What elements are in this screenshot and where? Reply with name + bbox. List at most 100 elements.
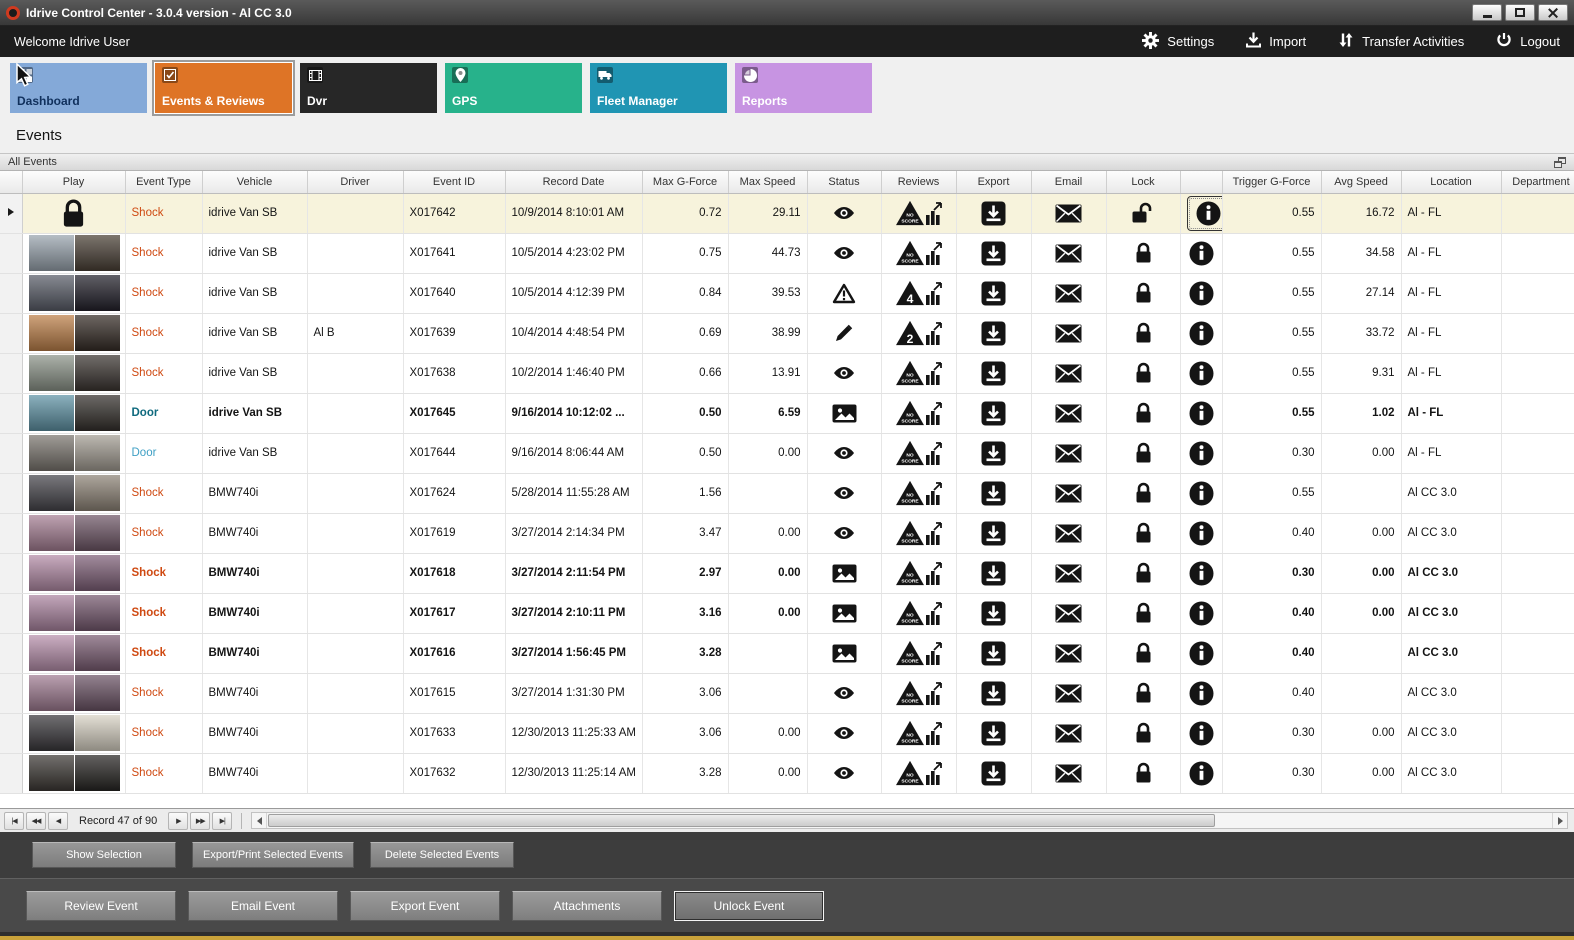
tab-fleet-manager[interactable]: Fleet Manager [590,63,727,113]
column-header-reviews[interactable]: Reviews [881,171,957,194]
column-header-max_g[interactable]: Max G-Force [642,171,729,194]
event-thumbnail[interactable] [28,435,120,471]
settings-button[interactable]: Settings [1142,31,1214,52]
info-icon[interactable] [1189,281,1214,306]
event-thumbnail[interactable] [28,595,120,631]
export-print-selected-button[interactable]: Export/Print Selected Events [192,842,355,868]
info-icon[interactable] [1189,441,1214,466]
export-icon[interactable] [981,441,1006,466]
event-thumbnail[interactable] [28,675,120,711]
table-row[interactable]: Shock BMW740i X017624 5/28/2014 11:55:28 AM… [0,473,1574,514]
logout-button[interactable]: Logout [1496,32,1560,51]
email-icon[interactable] [1055,324,1082,343]
review-score-icon[interactable]: NO SCORE [895,400,942,426]
prev-record-button[interactable]: ◀ [48,811,68,830]
scroll-right-arrow[interactable] [1552,813,1567,828]
info-icon[interactable] [1189,721,1214,746]
event-thumbnail[interactable] [28,475,120,511]
review-score-icon[interactable]: 4 [895,280,942,306]
event-thumbnail[interactable] [28,715,120,751]
info-icon[interactable] [1189,761,1214,786]
column-header-department[interactable]: Department [1501,171,1574,194]
review-score-icon[interactable]: NO SCORE [895,440,942,466]
event-thumbnail[interactable] [28,515,120,551]
info-icon[interactable] [1189,361,1214,386]
email-icon[interactable] [1055,284,1082,303]
column-header-email[interactable]: Email [1031,171,1107,194]
table-row[interactable]: Shock idrive Van SB X017642 10/9/2014 8:10:… [0,193,1574,234]
info-icon[interactable] [1196,201,1221,226]
column-header-record_date[interactable]: Record Date [505,171,643,194]
export-icon[interactable] [981,401,1006,426]
tab-reports[interactable]: Reports [735,63,872,113]
review-score-icon[interactable]: 2 [895,320,942,346]
export-icon[interactable] [981,281,1006,306]
review-score-icon[interactable]: NO SCORE [895,360,942,386]
horizontal-scrollbar[interactable] [251,812,1568,829]
export-icon[interactable] [981,201,1006,226]
column-header-event_id[interactable]: Event ID [403,171,506,194]
email-icon[interactable] [1055,564,1082,583]
column-header-indicator[interactable] [0,171,23,194]
export-icon[interactable] [981,241,1006,266]
event-thumbnail[interactable] [28,755,120,791]
lock-icon[interactable] [1134,521,1153,545]
import-button[interactable]: Import [1246,32,1306,51]
export-icon[interactable] [981,681,1006,706]
delete-selected-button[interactable]: Delete Selected Events [370,842,515,868]
event-thumbnail[interactable] [28,395,120,431]
info-icon[interactable] [1189,641,1214,666]
info-icon[interactable] [1189,321,1214,346]
column-header-lock[interactable]: Lock [1106,171,1181,194]
review-score-icon[interactable]: NO SCORE [895,680,942,706]
email-icon[interactable] [1055,404,1082,423]
review-score-icon[interactable]: NO SCORE [895,720,942,746]
lock-icon[interactable] [1134,361,1153,385]
horizontal-scrollbar-thumb[interactable] [268,814,1215,827]
lock-icon[interactable] [1134,401,1153,425]
export-icon[interactable] [981,561,1006,586]
column-header-trigger_g[interactable]: Trigger G-Force [1222,171,1322,194]
review-score-icon[interactable]: NO SCORE [895,600,942,626]
column-header-export[interactable]: Export [956,171,1032,194]
column-header-status[interactable]: Status [807,171,882,194]
info-icon[interactable] [1189,561,1214,586]
unlock-event-button[interactable]: Unlock Event [674,890,824,921]
info-icon[interactable] [1189,481,1214,506]
event-thumbnail[interactable] [28,355,120,391]
info-icon[interactable] [1189,521,1214,546]
event-thumbnail[interactable] [28,235,120,271]
table-row[interactable]: Shock BMW740i X017618 3/27/2014 2:11:54 PM 2… [0,553,1574,594]
last-record-button[interactable]: ▶| [212,811,233,830]
review-score-icon[interactable]: NO SCORE [895,480,942,506]
info-icon[interactable] [1189,241,1214,266]
table-row[interactable]: Shock idrive Van SB X017638 10/2/2014 1:46:… [0,353,1574,394]
review-score-icon[interactable]: NO SCORE [895,640,942,666]
column-header-location[interactable]: Location [1401,171,1502,194]
review-score-icon[interactable]: NO SCORE [895,240,942,266]
first-record-button[interactable]: |◀ [4,811,24,830]
email-icon[interactable] [1055,484,1082,503]
export-icon[interactable] [981,361,1006,386]
table-row[interactable]: Shock BMW740i X017619 3/27/2014 2:14:34 PM 3… [0,513,1574,554]
column-header-play[interactable]: Play [22,171,126,194]
event-thumbnail[interactable] [28,635,120,671]
review-score-icon[interactable]: NO SCORE [895,560,942,586]
table-row[interactable]: Shock idrive Van SB Al B X017639 10/4/2014 4… [0,313,1574,354]
table-row[interactable]: Shock idrive Van SB X017641 10/5/2014 4:23:… [0,233,1574,274]
table-row[interactable]: Door idrive Van SB X017644 9/16/2014 8:06:4… [0,433,1574,474]
email-icon[interactable] [1055,604,1082,623]
email-icon[interactable] [1055,684,1082,703]
email-event-button[interactable]: Email Event [188,890,338,921]
column-header-avg_speed[interactable]: Avg Speed [1321,171,1402,194]
lock-icon[interactable] [1134,321,1153,345]
email-icon[interactable] [1055,244,1082,263]
info-icon[interactable] [1189,681,1214,706]
review-event-button[interactable]: Review Event [26,890,176,921]
column-header-max_speed[interactable]: Max Speed [728,171,808,194]
tab-gps[interactable]: GPS [445,63,582,113]
lock-icon[interactable] [1134,561,1153,585]
email-icon[interactable] [1055,444,1082,463]
table-row[interactable]: Shock BMW740i X017633 12/30/2013 11:25:33 A… [0,713,1574,754]
column-header-event_type[interactable]: Event Type [125,171,203,194]
